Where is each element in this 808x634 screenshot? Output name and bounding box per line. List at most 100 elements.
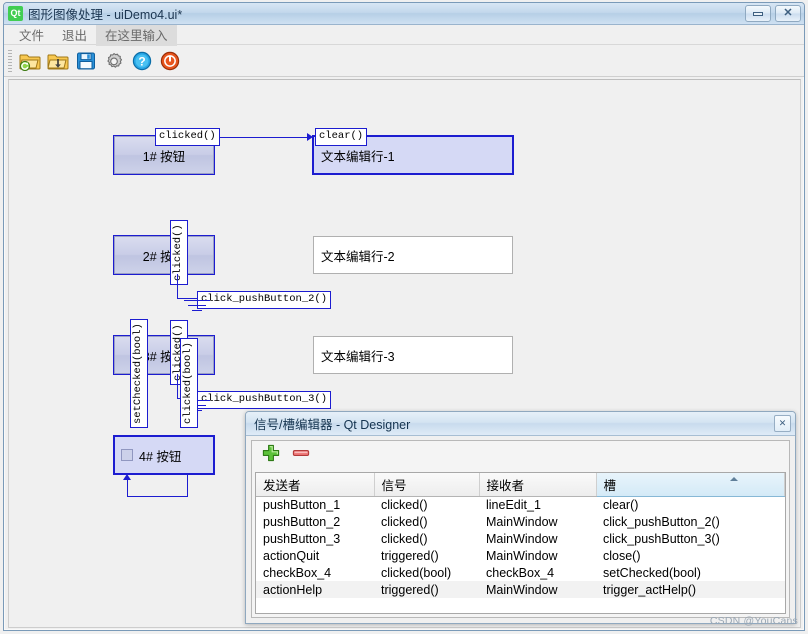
menu-bar: 文件 退出 在这里输入 bbox=[4, 25, 804, 45]
slot-label-clear-1[interactable]: clear() bbox=[315, 128, 367, 146]
menu-item-quit[interactable]: 退出 bbox=[53, 23, 96, 46]
connections-table: 发送者 信号 接收者 槽 pushButton_1 bbox=[256, 473, 785, 598]
push-button-2[interactable]: 2# 按钮 bbox=[114, 236, 214, 274]
help-question-icon: ? bbox=[132, 51, 152, 71]
dialog-close-icon: ✕ bbox=[779, 418, 787, 429]
wire-4-v-right bbox=[187, 474, 188, 496]
wire-1-h bbox=[214, 137, 309, 138]
column-header-receiver[interactable]: 接收者 bbox=[479, 473, 596, 496]
toolbar-help-button[interactable]: ? bbox=[129, 48, 155, 74]
minus-icon bbox=[291, 443, 311, 468]
table-row[interactable]: pushButton_1 clicked() lineEdit_1 clear(… bbox=[256, 496, 785, 513]
connections-table-wrap[interactable]: 发送者 信号 接收者 槽 pushButton_1 bbox=[255, 472, 786, 614]
signal-slot-editor-dialog: 信号/槽编辑器 - Qt Designer ✕ bbox=[245, 411, 796, 624]
cell-signal: clicked() bbox=[374, 496, 479, 513]
wire-3-v bbox=[177, 374, 178, 398]
cell-receiver: checkBox_4 bbox=[479, 564, 596, 581]
line-edit-2[interactable]: 文本编辑行-2 bbox=[313, 236, 513, 274]
table-row[interactable]: pushButton_3 clicked() MainWindow click_… bbox=[256, 530, 785, 547]
gear-settings-icon bbox=[104, 51, 124, 71]
toolbar-settings-button[interactable] bbox=[101, 48, 127, 74]
cell-signal: clicked(bool) bbox=[374, 564, 479, 581]
column-header-slot[interactable]: 槽 bbox=[596, 473, 785, 496]
table-row[interactable]: checkBox_4 clicked(bool) checkBox_4 setC… bbox=[256, 564, 785, 581]
signal-label-clicked-2[interactable]: clicked() bbox=[170, 220, 188, 285]
dialog-toolbar bbox=[252, 441, 789, 470]
cell-signal: clicked() bbox=[374, 530, 479, 547]
cell-signal: triggered() bbox=[374, 581, 479, 598]
dialog-close-button[interactable]: ✕ bbox=[774, 415, 791, 432]
signal-label-clicked-bool-4[interactable]: clicked(bool) bbox=[180, 338, 198, 428]
tool-bar: ? bbox=[4, 45, 804, 77]
wire-4-h bbox=[127, 496, 188, 497]
dialog-title: 信号/槽编辑器 - Qt Designer bbox=[254, 414, 410, 433]
wire-4-v-left bbox=[127, 480, 128, 496]
ground-symbol-2 bbox=[184, 300, 210, 312]
title-bar: Qt 图形图像处理 - uiDemo4.ui* ✕ bbox=[4, 3, 804, 25]
slot-label-click-pushbutton-2[interactable]: click_pushButton_2() bbox=[197, 291, 331, 309]
cell-slot: setChecked(bool) bbox=[596, 564, 785, 581]
menu-item-type-here[interactable]: 在这里输入 bbox=[96, 23, 177, 46]
menu-item-file[interactable]: 文件 bbox=[10, 23, 53, 46]
dialog-body: 发送者 信号 接收者 槽 pushButton_1 bbox=[251, 440, 790, 618]
toolbar-save-button[interactable] bbox=[73, 48, 99, 74]
plus-icon bbox=[261, 443, 281, 468]
close-button[interactable]: ✕ bbox=[775, 5, 801, 22]
toolbar-grip[interactable] bbox=[8, 50, 12, 72]
cell-slot: click_pushButton_2() bbox=[596, 513, 785, 530]
cell-signal: clicked() bbox=[374, 513, 479, 530]
folder-open-refresh-icon bbox=[19, 51, 41, 71]
svg-text:?: ? bbox=[138, 54, 145, 68]
add-connection-button[interactable] bbox=[260, 445, 282, 467]
cell-signal: triggered() bbox=[374, 547, 479, 564]
minimize-button[interactable] bbox=[745, 5, 771, 22]
qt-logo-icon: Qt bbox=[8, 6, 23, 21]
slot-label-click-pushbutton-3[interactable]: click_pushButton_3() bbox=[197, 391, 331, 409]
column-header-signal[interactable]: 信号 bbox=[374, 473, 479, 496]
cell-sender: checkBox_4 bbox=[256, 564, 374, 581]
toolbar-quit-button[interactable] bbox=[157, 48, 183, 74]
app-root: Qt 图形图像处理 - uiDemo4.ui* ✕ 文件 退出 在这里输入 bbox=[0, 0, 808, 634]
cell-receiver: MainWindow bbox=[479, 513, 596, 530]
power-quit-icon bbox=[160, 51, 180, 71]
cell-receiver: MainWindow bbox=[479, 547, 596, 564]
toolbar-save-as-button[interactable] bbox=[45, 48, 71, 74]
table-row[interactable]: actionQuit triggered() MainWindow close(… bbox=[256, 547, 785, 564]
table-row[interactable]: actionHelp triggered() MainWindow trigge… bbox=[256, 581, 785, 598]
sort-ascending-icon bbox=[730, 477, 738, 481]
table-header-row: 发送者 信号 接收者 槽 bbox=[256, 473, 785, 496]
line-edit-3[interactable]: 文本编辑行-3 bbox=[313, 336, 513, 374]
main-window: Qt 图形图像处理 - uiDemo4.ui* ✕ 文件 退出 在这里输入 bbox=[3, 2, 805, 631]
cell-receiver: lineEdit_1 bbox=[479, 496, 596, 513]
cell-sender: pushButton_1 bbox=[256, 496, 374, 513]
cell-sender: pushButton_2 bbox=[256, 513, 374, 530]
close-icon: ✕ bbox=[783, 8, 792, 19]
signal-label-clicked-1[interactable]: clicked() bbox=[155, 128, 220, 146]
wire-4-arrow bbox=[123, 474, 131, 480]
column-header-sender[interactable]: 发送者 bbox=[256, 473, 374, 496]
check-box-4[interactable]: 4# 按钮 bbox=[114, 436, 214, 474]
cell-sender: actionHelp bbox=[256, 581, 374, 598]
slot-label-setchecked-bool-4[interactable]: setChecked(bool) bbox=[130, 319, 148, 428]
watermark: CSDN @YouCans bbox=[710, 615, 798, 627]
check-box-4-label: 4# 按钮 bbox=[139, 446, 181, 465]
window-controls: ✕ bbox=[745, 5, 801, 22]
cell-sender: pushButton_3 bbox=[256, 530, 374, 547]
wire-2-v bbox=[177, 274, 178, 298]
wire-1-arrow bbox=[307, 133, 313, 141]
toolbar-open-button[interactable] bbox=[17, 48, 43, 74]
cell-slot: clear() bbox=[596, 496, 785, 513]
cell-slot: close() bbox=[596, 547, 785, 564]
window-title: 图形图像处理 - uiDemo4.ui* bbox=[28, 4, 182, 23]
cell-receiver: MainWindow bbox=[479, 581, 596, 598]
table-row[interactable]: pushButton_2 clicked() MainWindow click_… bbox=[256, 513, 785, 530]
folder-save-icon bbox=[47, 51, 69, 71]
cell-receiver: MainWindow bbox=[479, 530, 596, 547]
remove-connection-button[interactable] bbox=[290, 445, 312, 467]
push-button-3[interactable]: 3# 按钮 bbox=[114, 336, 214, 374]
cell-sender: actionQuit bbox=[256, 547, 374, 564]
minimize-icon bbox=[753, 12, 763, 16]
floppy-save-icon bbox=[76, 51, 96, 71]
dialog-title-bar: 信号/槽编辑器 - Qt Designer ✕ bbox=[246, 412, 795, 436]
checkbox-tick-icon bbox=[121, 449, 133, 461]
